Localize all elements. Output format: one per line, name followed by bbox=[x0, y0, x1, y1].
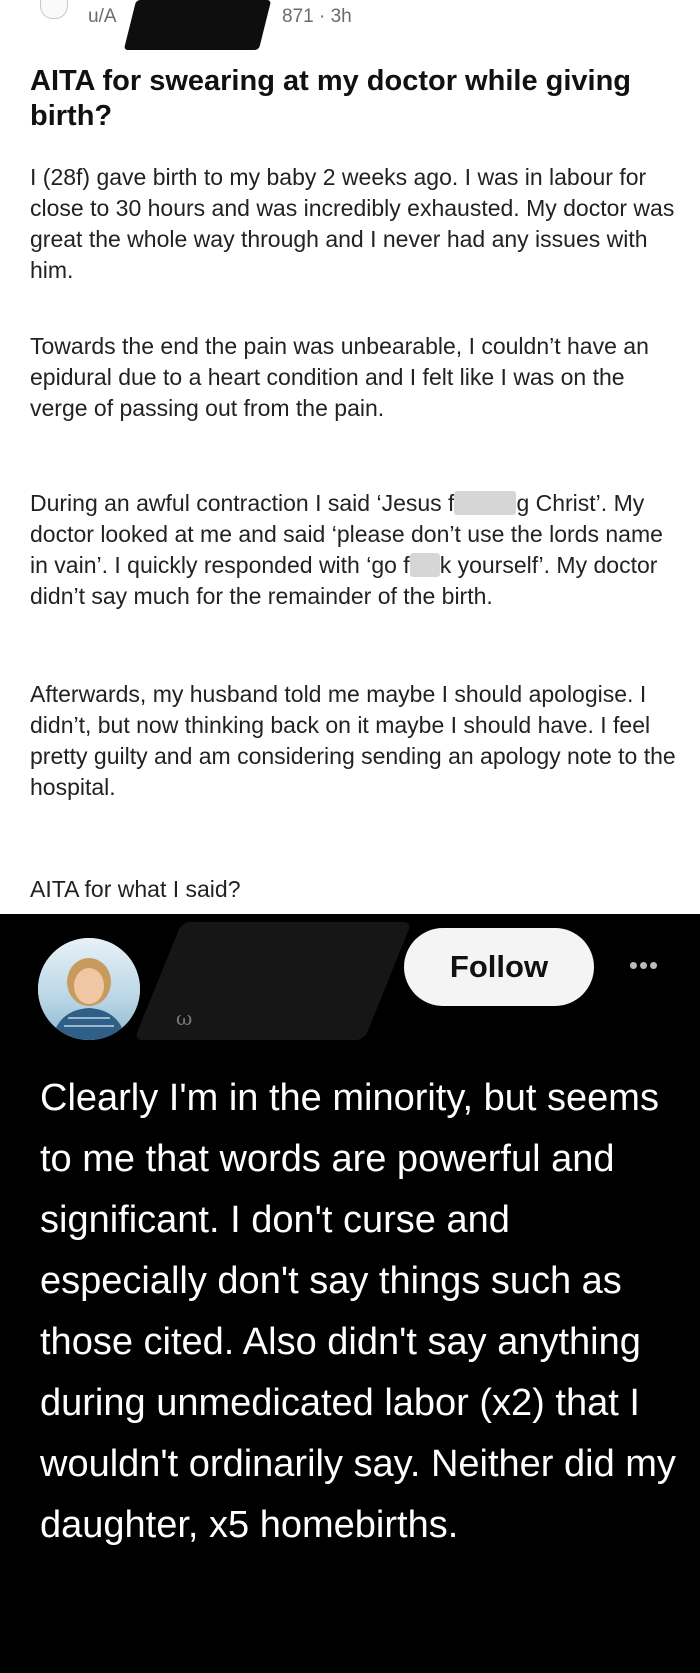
redaction-mark bbox=[123, 0, 272, 50]
comment-body: Clearly I'm in the minority, but seems t… bbox=[40, 1077, 676, 1546]
follow-button[interactable]: Follow bbox=[404, 928, 594, 1006]
comment-card: ω Follow ••• Clearly I'm in the minority… bbox=[0, 914, 700, 1673]
censor-blur bbox=[409, 553, 440, 577]
handle-hint: ω bbox=[176, 1006, 193, 1030]
post-time: 871 · 3h bbox=[282, 6, 352, 28]
post-meta: u/A 871 · 3h bbox=[0, 0, 700, 50]
avatar-photo bbox=[38, 938, 140, 1040]
post-username[interactable]: u/A bbox=[88, 6, 117, 28]
username-tail: 871 bbox=[282, 6, 314, 27]
post-age: · 3h bbox=[318, 6, 352, 27]
post-paragraph-5: AITA for what I said? bbox=[30, 876, 241, 902]
post-paragraph-4: Afterwards, my husband told me maybe I s… bbox=[30, 681, 676, 800]
subreddit-icon[interactable] bbox=[40, 0, 68, 19]
reddit-post: u/A 871 · 3h AITA for swearing at my doc… bbox=[0, 0, 700, 914]
post-paragraph-2: Towards the end the pain was unbearable,… bbox=[30, 333, 649, 421]
post-paragraph-3: During an awful contraction I said ‘Jesu… bbox=[30, 488, 680, 612]
p3-part-a: During an awful contraction I said ‘Jesu… bbox=[30, 490, 455, 516]
avatar[interactable] bbox=[38, 938, 140, 1040]
more-options-icon[interactable]: ••• bbox=[624, 950, 664, 980]
censor-blur bbox=[454, 491, 517, 515]
post-title[interactable]: AITA for swearing at my doctor while giv… bbox=[30, 64, 670, 134]
post-paragraph-1: I (28f) gave birth to my baby 2 weeks ag… bbox=[30, 164, 675, 283]
